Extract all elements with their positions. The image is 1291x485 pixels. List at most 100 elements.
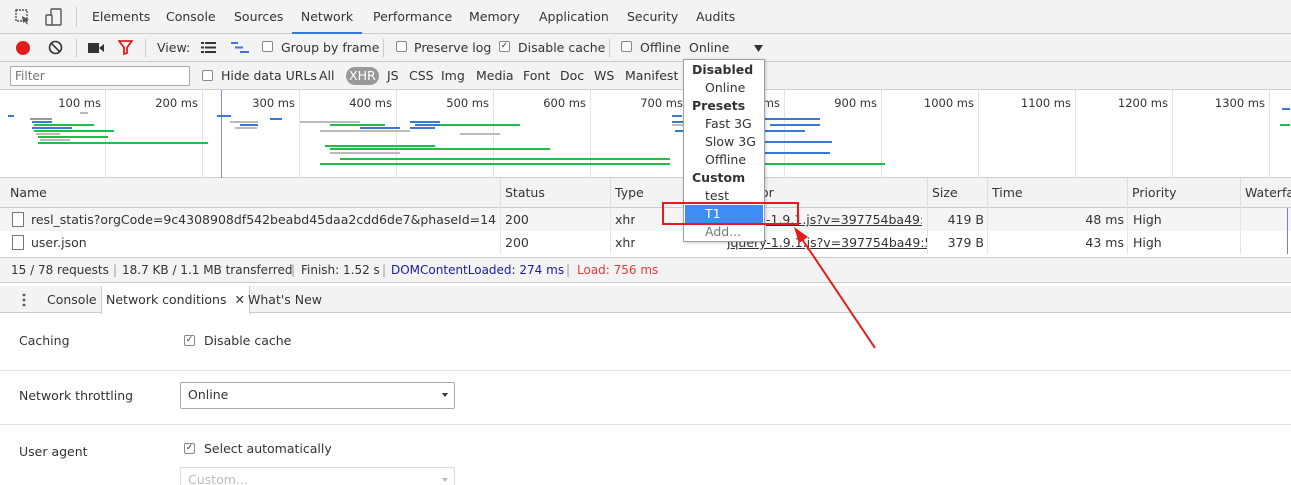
- large-rows-icon[interactable]: [201, 41, 216, 54]
- tick-label: 1100 ms: [1020, 96, 1071, 110]
- menu-item-online[interactable]: Online: [685, 79, 763, 97]
- timeline-segment: [38, 136, 108, 138]
- timeline-segment: [330, 148, 550, 150]
- menu-item-add[interactable]: Add...: [685, 223, 763, 241]
- menu-item-slow-3g[interactable]: Slow 3G: [685, 133, 763, 151]
- clear-icon[interactable]: [48, 40, 63, 55]
- disable-cache-checkbox[interactable]: ✓: [499, 41, 510, 52]
- timeline-segment: [30, 118, 52, 120]
- filter-bar: Hide data URLs All XHR JS CSS Img Media …: [0, 62, 1291, 90]
- tab-performance[interactable]: Performance: [373, 0, 452, 34]
- timeline-segment: [765, 163, 885, 165]
- screenshot-icon[interactable]: [88, 42, 104, 54]
- request-type: xhr: [615, 235, 636, 250]
- summary-separator: |: [382, 263, 387, 277]
- tab-network[interactable]: Network: [292, 0, 362, 34]
- tab-security[interactable]: Security: [627, 0, 678, 34]
- timeline-segment: [325, 145, 435, 147]
- device-toolbar-icon[interactable]: [45, 8, 63, 26]
- menu-item-offline[interactable]: Offline: [685, 151, 763, 169]
- filter-input[interactable]: [10, 66, 190, 86]
- filter-type-font[interactable]: Font: [523, 62, 550, 90]
- filter-icon[interactable]: [117, 40, 134, 56]
- drawer-tab-label: Network conditions: [106, 292, 227, 307]
- tick-label: 600 ms: [543, 96, 586, 110]
- summary-requests: 15 / 78 requests: [11, 263, 109, 277]
- tab-elements[interactable]: Elements: [92, 0, 150, 34]
- request-priority: High: [1133, 212, 1162, 227]
- column-waterfall[interactable]: Waterfa: [1240, 178, 1291, 208]
- filter-type-manifest[interactable]: Manifest: [625, 62, 678, 90]
- close-icon[interactable]: ✕: [234, 292, 244, 307]
- request-name[interactable]: resl_statis?orgCode=9c4308908df542beabd4…: [31, 208, 496, 231]
- drawer-tab-whats-new[interactable]: What's New: [248, 286, 322, 313]
- timeline-segment: [330, 152, 400, 154]
- column-name[interactable]: Name: [6, 178, 500, 208]
- column-priority[interactable]: Priority: [1127, 178, 1240, 208]
- summary-finish: Finish: 1.52 s: [301, 263, 380, 277]
- timeline-segment: [235, 127, 257, 129]
- menu-item-fast-3g[interactable]: Fast 3G: [685, 115, 763, 133]
- tab-application[interactable]: Application: [539, 0, 609, 34]
- select-automatically-label: Select automatically: [204, 441, 332, 456]
- timeline-segment: [672, 115, 682, 117]
- throttling-select[interactable]: Online: [689, 40, 729, 55]
- filter-type-doc[interactable]: Doc: [560, 62, 584, 90]
- filter-type-img[interactable]: Img: [441, 62, 465, 90]
- table-row[interactable]: user.json 200 xhr jquery-1.9.1.js?v=3977…: [0, 231, 1291, 254]
- tab-sources[interactable]: Sources: [234, 0, 283, 34]
- summary-dom-content-loaded: DOMContentLoaded: 274 ms: [391, 263, 565, 277]
- drawer-tab-network-conditions[interactable]: Network conditions ✕: [101, 286, 250, 314]
- timeline-segment: [240, 124, 258, 126]
- filter-type-all[interactable]: All: [319, 62, 335, 90]
- user-agent-dropdown[interactable]: Custom...: [180, 467, 455, 485]
- throttling-label: Network throttling: [19, 388, 134, 403]
- inspect-element-icon[interactable]: [15, 9, 31, 25]
- timeline-segment: [230, 121, 258, 123]
- column-status[interactable]: Status: [500, 178, 610, 208]
- timeline-segment: [330, 124, 385, 126]
- offline-checkbox[interactable]: [621, 41, 632, 52]
- throttling-dropdown-value: Online: [188, 387, 229, 402]
- timeline-segment: [300, 121, 360, 123]
- conditions-disable-cache-checkbox[interactable]: ✓: [184, 335, 195, 346]
- tab-memory[interactable]: Memory: [469, 0, 520, 34]
- filter-type-css[interactable]: CSS: [409, 62, 434, 90]
- request-size: 379 B: [947, 235, 984, 250]
- hide-data-urls-checkbox[interactable]: [202, 70, 213, 81]
- select-automatically-checkbox[interactable]: ✓: [184, 443, 195, 454]
- timeline-segment: [32, 121, 52, 123]
- tab-audits[interactable]: Audits: [696, 0, 735, 34]
- tab-console[interactable]: Console: [166, 0, 216, 34]
- filter-type-ws[interactable]: WS: [594, 62, 614, 90]
- request-name[interactable]: user.json: [31, 231, 496, 254]
- drawer-tab-console[interactable]: Console: [47, 286, 97, 313]
- column-size[interactable]: Size: [927, 178, 987, 208]
- tick-label: 500 ms: [446, 96, 489, 110]
- record-icon[interactable]: [16, 41, 30, 55]
- network-overview-timeline[interactable]: 100 ms 200 ms 300 ms 400 ms 500 ms 600 m…: [0, 90, 1291, 178]
- timeline-segment: [320, 163, 670, 165]
- filter-type-media[interactable]: Media: [476, 62, 514, 90]
- throttling-dropdown[interactable]: Online: [180, 382, 455, 409]
- column-time[interactable]: Time: [987, 178, 1127, 208]
- request-type: xhr: [615, 212, 636, 227]
- summary-load: Load: 756 ms: [577, 263, 659, 277]
- chevron-down-icon[interactable]: [754, 42, 763, 52]
- preserve-log-checkbox[interactable]: [396, 41, 407, 52]
- tick-label: 1300 ms: [1214, 96, 1265, 110]
- timeline-segment: [217, 115, 231, 117]
- view-label: View:: [157, 40, 191, 55]
- filter-type-xhr[interactable]: XHR: [346, 67, 379, 85]
- disable-cache-label: Disable cache: [518, 40, 606, 55]
- filter-type-js[interactable]: JS: [387, 62, 399, 90]
- timeline-segment: [1280, 124, 1290, 126]
- overview-icon[interactable]: [231, 41, 249, 54]
- timeline-segment: [36, 133, 60, 135]
- menu-group-custom: Custom: [692, 170, 746, 185]
- group-by-frame-checkbox[interactable]: [262, 41, 273, 52]
- more-tools-icon[interactable]: [22, 293, 26, 307]
- waterfall-dcl-line: [1287, 208, 1288, 254]
- timeline-segment: [1282, 108, 1290, 110]
- table-row[interactable]: resl_statis?orgCode=9c4308908df542beabd4…: [0, 208, 1291, 231]
